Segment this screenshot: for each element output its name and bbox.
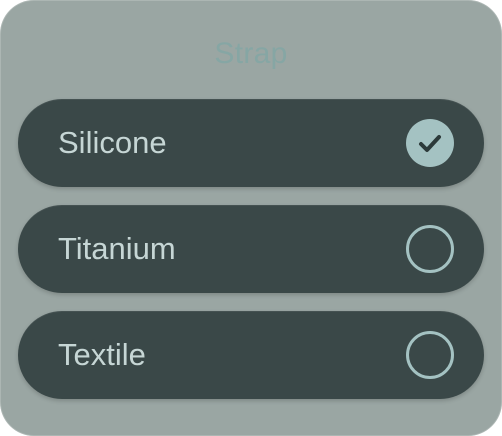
strap-option-label: Titanium [58, 231, 176, 266]
strap-option-textile[interactable]: Textile [18, 311, 484, 399]
picker-title: Strap [214, 37, 288, 70]
strap-picker-panel: Strap Silicone Titanium Textile [0, 0, 502, 436]
strap-option-silicone[interactable]: Silicone [18, 99, 484, 187]
checkmark-circle-icon [406, 119, 454, 167]
strap-option-label: Textile [58, 337, 146, 372]
strap-option-titanium[interactable]: Titanium [18, 205, 484, 293]
empty-circle-icon [406, 225, 454, 273]
strap-option-label: Silicone [58, 125, 167, 160]
empty-circle-icon [406, 331, 454, 379]
